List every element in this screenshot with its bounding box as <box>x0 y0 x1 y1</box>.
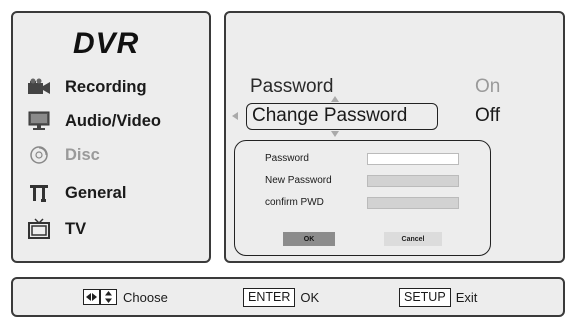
confirm-password-field[interactable] <box>367 197 459 209</box>
menu-item-label: Disc <box>65 145 100 164</box>
enter-key-box: ENTER <box>243 287 296 307</box>
change-password-value[interactable]: Off <box>475 105 500 127</box>
password-field-label: Password <box>265 153 309 164</box>
left-arrow-icon[interactable] <box>232 112 238 120</box>
tools-icon <box>27 182 51 204</box>
cancel-button[interactable]: Cancel <box>384 232 442 246</box>
main-menu-panel: DVR Recording Audio/Video Disc General T… <box>11 11 211 263</box>
setup-key-box: SETUP <box>399 287 451 307</box>
password-field[interactable] <box>367 153 459 165</box>
choose-label: Choose <box>123 289 168 305</box>
camera-icon <box>27 76 51 98</box>
menu-item-label: TV <box>65 219 87 238</box>
ok-button[interactable]: OK <box>283 232 335 246</box>
enter-hint: ENTER OK <box>243 279 319 315</box>
menu-item-audio-video[interactable]: Audio/Video <box>27 107 161 135</box>
arrow-keys-icon <box>83 289 117 305</box>
menu-title: DVR <box>73 27 140 60</box>
password-option-value[interactable]: On <box>475 76 500 98</box>
menu-item-disc[interactable]: Disc <box>27 141 100 169</box>
tv-icon <box>27 218 51 240</box>
menu-item-general[interactable]: General <box>27 179 126 207</box>
monitor-icon <box>27 110 51 132</box>
change-password-label[interactable]: Change Password <box>252 105 407 127</box>
menu-item-recording[interactable]: Recording <box>27 73 147 101</box>
enter-hint-label: OK <box>300 289 320 305</box>
setup-hint-label: Exit <box>455 289 478 305</box>
new-password-field-label: New Password <box>265 175 332 186</box>
menu-item-label: Audio/Video <box>65 111 161 130</box>
scroll-up-arrow-icon[interactable] <box>331 96 339 102</box>
password-option-label[interactable]: Password <box>250 76 333 98</box>
key-hint-bar: Choose ENTER OK SETUP Exit <box>11 277 565 317</box>
password-dialog: Password New Password confirm PWD OK Can… <box>234 140 491 256</box>
menu-item-label: General <box>65 183 127 202</box>
choose-hint: Choose <box>83 279 168 315</box>
menu-item-tv[interactable]: TV <box>27 215 86 243</box>
menu-item-label: Recording <box>65 77 147 96</box>
disc-icon <box>27 144 51 166</box>
confirm-password-field-label: confirm PWD <box>265 197 324 208</box>
new-password-field[interactable] <box>367 175 459 187</box>
scroll-down-arrow-icon[interactable] <box>331 131 339 137</box>
setup-hint: SETUP Exit <box>399 279 477 315</box>
